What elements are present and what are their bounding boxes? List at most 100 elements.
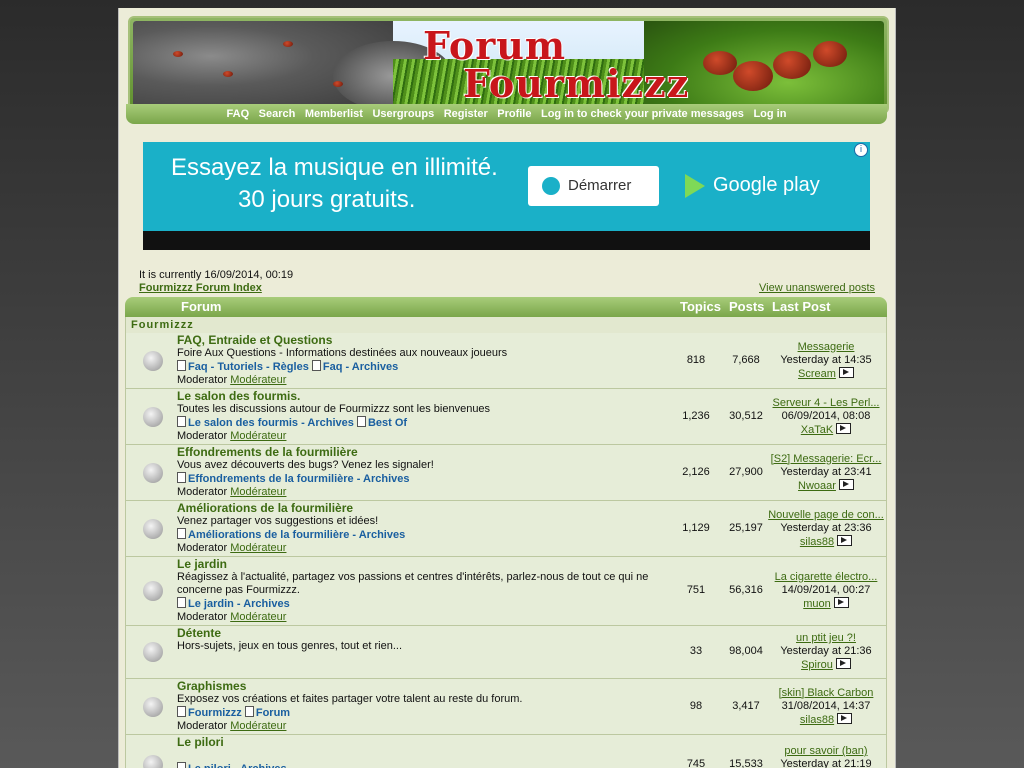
nav-faq[interactable]: FAQ (227, 108, 250, 120)
subforum-link[interactable]: Faq - Archives (323, 361, 398, 373)
nav-search[interactable]: Search (259, 108, 296, 120)
forum-info: Le salon des fourmis. Toutes les discussi… (177, 389, 677, 443)
ad-start-button[interactable]: Démarrer (528, 166, 659, 206)
last-post-topic-link[interactable]: [skin] Black Carbon (768, 687, 884, 700)
last-post-author-link[interactable]: Nwoaar (798, 480, 836, 492)
moderator-link[interactable]: Modérateur (230, 374, 286, 386)
category-title[interactable]: Fourmizzz (131, 319, 194, 331)
current-time: It is currently 16/09/2014, 00:19 (139, 269, 294, 281)
last-post-topic-link[interactable]: Messagerie (768, 341, 884, 354)
forum-title-link[interactable]: Le jardin (177, 558, 677, 571)
forum-title-link[interactable]: Effondrements de la fourmilière (177, 446, 677, 459)
last-post-info: La cigarette électro... 14/09/2014, 00:27… (768, 571, 884, 611)
last-post-time: 31/08/2014, 14:37 (781, 699, 871, 712)
last-post-info: [skin] Black Carbon 31/08/2014, 14:37 sila… (768, 687, 884, 727)
last-post-author-line: Scream (768, 366, 884, 381)
last-post-author-link[interactable]: Scream (798, 368, 836, 380)
forum-title-link[interactable]: Le salon des fourmis. (177, 390, 677, 403)
subforum-link[interactable]: Effondrements de la fourmilière - Archiv… (188, 473, 409, 485)
last-post-author-line: Nwoaar (768, 478, 884, 493)
forum-description: Hors-sujets, jeux en tous genres, tout e… (177, 640, 403, 652)
forum-row: Le piloriLe pilori - Archives 74515,533p… (125, 735, 887, 768)
nav-register[interactable]: Register (444, 108, 488, 120)
subforum-link[interactable]: Le pilori - Archives (188, 763, 287, 768)
google-play-logo[interactable]: Google play (685, 174, 820, 198)
forum-index-link[interactable]: Fourmizzz Forum Index (139, 282, 262, 294)
ad-headline-line2: 30 jours gratuits. (238, 186, 416, 213)
forum-title-link[interactable]: Graphismes (177, 680, 677, 693)
view-latest-post-icon[interactable] (836, 422, 852, 434)
forum-read-status-icon (143, 406, 163, 427)
advertisement-banner[interactable]: Essayez la musique en illimité. 30 jours… (143, 142, 870, 250)
subforum-list: Le salon des fourmis - Archives Best Of (177, 416, 677, 430)
subforum-icon (177, 472, 186, 483)
moderator-link[interactable]: Modérateur (230, 542, 286, 554)
subforum-link[interactable]: Fourmizzz (188, 707, 242, 719)
category-header[interactable]: Fourmizzz (125, 317, 887, 333)
view-latest-post-icon[interactable] (838, 366, 854, 378)
moderator-link[interactable]: Modérateur (230, 486, 286, 498)
last-post-author-link[interactable]: muon (803, 598, 831, 610)
last-post-author-line: silas88 (768, 534, 884, 549)
last-post-info: Messagerie Yesterday at 14:35 Scream (768, 341, 884, 381)
last-post-author-link[interactable]: XaTaK (801, 424, 833, 436)
forum-info: Détente Hors-sujets, jeux en tous genres,… (177, 626, 677, 653)
forum-description: Foire Aux Questions - Informations desti… (177, 347, 508, 359)
moderator-label: Moderator (177, 542, 228, 554)
last-post-author-link[interactable]: silas88 (800, 536, 834, 548)
subforum-link[interactable]: Best Of (368, 417, 407, 429)
forum-read-status-icon (143, 581, 163, 601)
moderator-link[interactable]: Modérateur (230, 720, 286, 732)
forum-moderators: Moderator Modérateur (177, 486, 677, 499)
moderator-link[interactable]: Modérateur (230, 430, 286, 442)
forum-description: Venez partager vos suggestions et idées! (177, 515, 379, 527)
nav-usergroups[interactable]: Usergroups (372, 108, 434, 120)
last-post-topic-link[interactable]: [S2] Messagerie: Ecr... (768, 453, 884, 466)
view-latest-post-icon[interactable] (837, 712, 853, 724)
forum-title-link[interactable]: Améliorations de la fourmilière (177, 502, 677, 515)
nav-login[interactable]: Log in (753, 108, 786, 120)
last-post-topic-link[interactable]: un ptit jeu ?! (768, 632, 884, 645)
last-post-topic-link[interactable]: La cigarette électro... (768, 571, 884, 584)
view-latest-post-icon[interactable] (838, 478, 854, 490)
subforum-icon (244, 706, 254, 717)
forum-info: Le pilori Le pilori - Archives (177, 735, 677, 768)
last-post-author-link[interactable]: Spirou (801, 659, 833, 671)
unanswered-posts-link[interactable]: View unanswered posts (759, 282, 875, 294)
view-latest-post-icon[interactable] (837, 534, 853, 546)
forum-title-link[interactable]: Le pilori (177, 736, 677, 749)
info-icon[interactable]: i (854, 143, 868, 157)
forum-table-header: Forum Topics Posts Last Post (125, 297, 887, 317)
forum-info: Améliorations de la fourmilière Venez par… (177, 501, 677, 555)
moderator-link[interactable]: Modérateur (230, 611, 286, 623)
forum-description: Vous avez découverts des bugs? Venez les… (177, 459, 434, 471)
forum-banner[interactable]: Forum Fourmizzz (128, 16, 889, 114)
view-latest-post-icon[interactable] (833, 597, 849, 608)
last-post-author-link[interactable]: silas88 (800, 714, 834, 726)
last-post-info: Serveur 4 - Les Perl... 06/09/2014, 08:08… (768, 397, 884, 437)
moderator-label: Moderator (177, 374, 228, 386)
forum-info: Le jardin Réagissez à l'actualité, partag… (177, 557, 677, 624)
subforum-link[interactable]: Améliorations de la fourmilière - Archiv… (188, 529, 405, 541)
forum-row: Le jardin Réagissez à l'actualité, partag… (125, 557, 887, 626)
forum-moderators: Moderator Modérateur (177, 611, 677, 624)
subforum-icon (177, 706, 186, 717)
subforum-link[interactable]: Le jardin - Archives (188, 598, 290, 610)
nav-memberlist[interactable]: Memberlist (305, 108, 363, 120)
last-post-time: Yesterday at 21:19 (780, 758, 872, 768)
last-post-topic-link[interactable]: Serveur 4 - Les Perl... (768, 397, 884, 410)
subforum-link[interactable]: Forum (256, 707, 290, 719)
last-post-topic-link[interactable]: pour savoir (ban) (768, 745, 884, 758)
subforum-link[interactable]: Faq - Tutoriels - Règles (188, 361, 309, 373)
nav-profile[interactable]: Profile (497, 108, 531, 120)
forum-title-link[interactable]: Détente (177, 627, 677, 640)
forum-read-status-icon (143, 696, 163, 717)
subforum-link[interactable]: Le salon des fourmis - Archives (188, 417, 354, 429)
forum-moderators: Moderator Modérateur (177, 374, 677, 387)
view-latest-post-icon[interactable] (835, 658, 851, 669)
forum-title-link[interactable]: FAQ, Entraide et Questions (177, 334, 677, 347)
nav-private-messages[interactable]: Log in to check your private messages (541, 108, 744, 120)
subforum-list: Améliorations de la fourmilière - Archiv… (177, 528, 677, 542)
last-post-topic-link[interactable]: Nouvelle page de con... (768, 509, 884, 522)
last-post-info: pour savoir (ban)Yesterday at 21:19Acidf… (768, 745, 884, 768)
